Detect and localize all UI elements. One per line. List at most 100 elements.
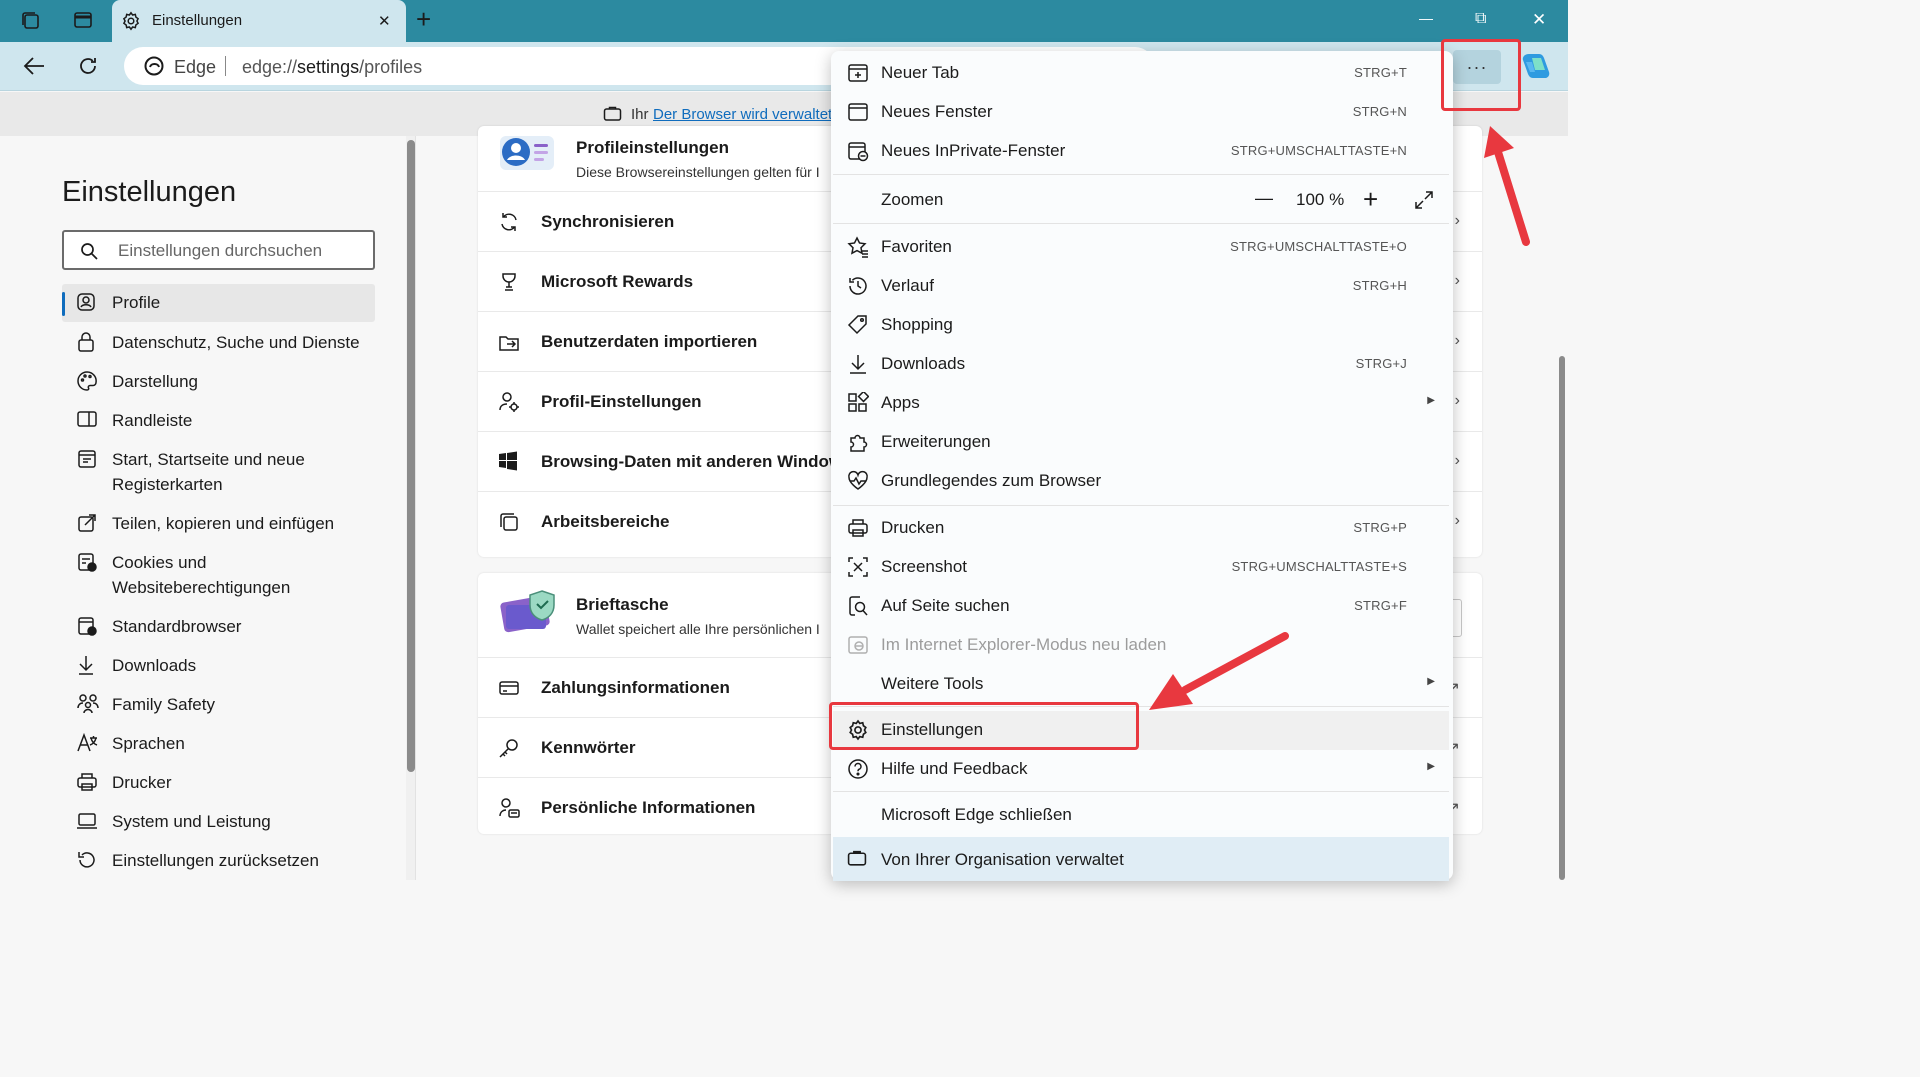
managed-info-link[interactable]: Der Browser wird verwaltet <box>653 106 832 123</box>
new-tab-button[interactable]: + <box>416 4 431 35</box>
browser-icon <box>76 615 98 637</box>
find-icon <box>847 595 869 617</box>
reset-icon <box>76 849 98 871</box>
address-url[interactable]: edge://settings/profiles <box>242 57 422 78</box>
row-label: Browsing-Daten mit anderen Window <box>541 452 843 471</box>
address-site-label: Edge <box>174 57 217 77</box>
restore-button[interactable]: ⧉ <box>1475 10 1486 28</box>
row-label: Kennwörter <box>541 738 636 757</box>
sidebar-item-start[interactable]: Start, Startseite und neue Registerkarte… <box>62 448 375 500</box>
menu-item-downloads[interactable]: Downloads STRG+J <box>833 345 1449 384</box>
sidebar-item-family-safety[interactable]: Family Safety <box>62 693 375 719</box>
row-label: Persönliche Informationen <box>541 798 756 817</box>
tab-settings[interactable]: Einstellungen ✕ <box>112 0 406 42</box>
wallet-card-title: Brieftasche <box>576 595 669 614</box>
copilot-icon[interactable] <box>1521 52 1551 80</box>
profile-card-title: Profileinstellungen <box>576 138 730 157</box>
sidebar-item-appearance[interactable]: Darstellung <box>62 370 375 396</box>
sync-icon <box>498 211 520 233</box>
sidebar-item-reset[interactable]: Einstellungen zurücksetzen <box>62 849 375 875</box>
lock-icon <box>76 331 96 353</box>
settings-sidebar: Einstellungen Einstellungen durchsuchen … <box>0 136 405 880</box>
menu-item-find[interactable]: Auf Seite suchen STRG+F <box>833 587 1449 626</box>
language-icon <box>76 732 98 754</box>
zoom-out-button[interactable]: — <box>1255 188 1273 209</box>
tab-close-button[interactable]: ✕ <box>378 12 391 30</box>
highlight-settings-item <box>829 702 1139 750</box>
chevron-right-icon: › <box>1454 332 1460 349</box>
edge-logo-icon <box>144 56 164 76</box>
chevron-right-icon: › <box>1454 512 1460 529</box>
sidebar-item-system[interactable]: System und Leistung <box>62 810 375 836</box>
sidebar-item-label: System und Leistung <box>112 812 271 831</box>
menu-item-favorites[interactable]: Favoriten STRG+UMSCHALTTASTE+O <box>833 228 1449 267</box>
help-icon <box>847 758 869 780</box>
chevron-right-icon: › <box>1454 212 1460 229</box>
submenu-arrow-icon: ▶ <box>1427 761 1435 772</box>
apps-icon <box>847 392 869 414</box>
menu-item-new-window[interactable]: Neues Fenster STRG+N <box>833 93 1449 132</box>
palette-icon <box>76 370 98 392</box>
menu-item-apps[interactable]: Apps ▶ <box>833 384 1449 423</box>
tab-title: Einstellungen <box>152 12 243 29</box>
title-bar: Einstellungen ✕ + — ⧉ ✕ <box>0 0 1568 42</box>
zoom-in-button[interactable]: + <box>1363 184 1378 215</box>
menu-item-shortcut: STRG+J <box>1355 356 1407 371</box>
back-arrow-icon[interactable] <box>22 55 46 77</box>
row-label: Zahlungsinformationen <box>541 678 730 697</box>
wallet-card-subtitle: Wallet speichert alle Ihre persönlichen … <box>576 621 820 637</box>
sidebar-item-default-browser[interactable]: Standardbrowser <box>62 615 375 641</box>
row-label: Arbeitsbereiche <box>541 512 670 531</box>
sidebar-item-label: Sprachen <box>112 734 185 753</box>
main-scrollbar-thumb[interactable] <box>1559 356 1565 880</box>
sidebar-item-label: Drucker <box>112 773 172 792</box>
sidebar-scrollbar[interactable] <box>406 136 416 880</box>
vertical-tabs-icon[interactable] <box>73 10 93 30</box>
sidebar-item-downloads[interactable]: Downloads <box>62 654 375 680</box>
sidebar-item-label: Start, Startseite und neue <box>112 450 305 469</box>
menu-item-shopping[interactable]: Shopping <box>833 306 1449 345</box>
sidebar-item-cookies[interactable]: Cookies und Websiteberechtigungen <box>62 551 375 603</box>
menu-item-extensions[interactable]: Erweiterungen <box>833 423 1449 462</box>
menu-item-label: Shopping <box>881 315 953 334</box>
settings-search-input[interactable]: Einstellungen durchsuchen <box>62 230 375 270</box>
menu-item-shortcut: STRG+N <box>1352 104 1407 119</box>
menu-item-browser-essentials[interactable]: Grundlegendes zum Browser <box>833 462 1449 501</box>
favorites-icon <box>847 236 869 258</box>
sidebar-item-privacy[interactable]: Datenschutz, Suche und Dienste <box>62 331 375 357</box>
sidebar-item-label: Darstellung <box>112 372 198 391</box>
close-window-button[interactable]: ✕ <box>1532 10 1546 30</box>
menu-item-shortcut: STRG+UMSCHALTTASTE+O <box>1230 239 1407 254</box>
menu-item-print[interactable]: Drucken STRG+P <box>833 509 1449 548</box>
window-icon <box>847 101 869 123</box>
menu-item-help[interactable]: Hilfe und Feedback ▶ <box>833 750 1449 789</box>
menu-item-shortcut: STRG+P <box>1353 520 1407 535</box>
sidebar-item-profile[interactable]: Profile <box>62 284 375 322</box>
menu-item-more-tools[interactable]: Weitere Tools ▶ <box>833 665 1449 704</box>
main-scrollbar[interactable] <box>1557 136 1568 880</box>
sidebar-item-printers[interactable]: Drucker <box>62 771 375 797</box>
menu-item-close-edge[interactable]: Microsoft Edge schließen <box>833 796 1449 835</box>
minimize-button[interactable]: — <box>1419 10 1433 26</box>
sidebar-item-label: Profile <box>112 293 161 312</box>
sidebar-item-sidebar[interactable]: Randleiste <box>62 409 375 435</box>
refresh-icon[interactable] <box>77 55 99 77</box>
sidebar-title: Einstellungen <box>62 176 237 208</box>
printer-icon <box>76 771 98 793</box>
menu-item-new-tab[interactable]: Neuer Tab STRG+T <box>833 54 1449 93</box>
row-label: Microsoft Rewards <box>541 272 694 291</box>
fullscreen-icon[interactable] <box>1414 190 1434 210</box>
laptop-icon <box>76 810 98 832</box>
sidebar-item-languages[interactable]: Sprachen <box>62 732 375 758</box>
sidebar-scrollbar-thumb[interactable] <box>407 140 415 772</box>
sidebar-item-share[interactable]: Teilen, kopieren und einfügen <box>62 512 375 538</box>
workspaces-icon[interactable] <box>20 10 42 32</box>
menu-item-label: Erweiterungen <box>881 432 991 451</box>
menu-item-inprivate[interactable]: Neues InPrivate-Fenster STRG+UMSCHALTTAS… <box>833 132 1449 171</box>
menu-item-managed[interactable]: Von Ihrer Organisation verwaltet <box>833 837 1449 881</box>
search-placeholder: Einstellungen durchsuchen <box>118 241 323 260</box>
sidebar-item-label: Teilen, kopieren und einfügen <box>112 514 335 533</box>
menu-item-screenshot[interactable]: Screenshot STRG+UMSCHALTTASTE+S <box>833 548 1449 587</box>
annotation-arrow-down <box>1149 632 1289 710</box>
menu-item-history[interactable]: Verlauf STRG+H <box>833 267 1449 306</box>
